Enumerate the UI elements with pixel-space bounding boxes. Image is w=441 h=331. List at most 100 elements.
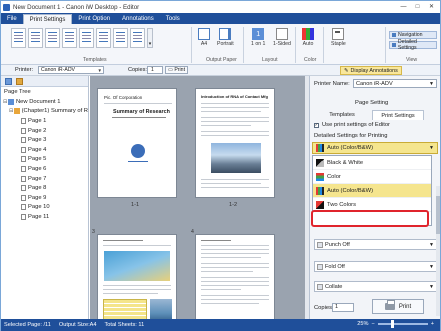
print-button-label: Print	[398, 303, 412, 310]
tree-page-label: Page 2	[28, 127, 47, 134]
tree-page[interactable]: Page 9	[1, 193, 88, 203]
punch-value: Punch Off	[325, 241, 350, 248]
tree-page-label: Page 8	[28, 185, 47, 192]
black-white-icon	[316, 158, 324, 167]
copies-stepper[interactable]: 1	[147, 66, 163, 74]
paper-size-button[interactable]: A4	[198, 28, 210, 47]
template-thumbnail[interactable]	[79, 28, 94, 48]
tab-tools[interactable]: Tools	[160, 14, 186, 24]
collate-select[interactable]: Collate ▼	[314, 281, 438, 292]
tab-templates[interactable]: Templates	[318, 110, 366, 120]
minimize-button[interactable]: —	[397, 2, 410, 11]
status-selected-page: Selected Page: /11	[4, 322, 51, 328]
use-editor-settings-checkbox[interactable]: ✓	[314, 123, 319, 128]
tab-file[interactable]: File	[1, 14, 23, 24]
tree-page[interactable]: Page 10	[1, 203, 88, 213]
template-thumbnail[interactable]	[130, 28, 145, 48]
tree-page[interactable]: Page 6	[1, 164, 88, 174]
page-label-2: 1-2	[229, 202, 238, 208]
portrait-icon	[219, 28, 232, 40]
window-controls: — □ ✕	[397, 2, 438, 11]
document-view[interactable]: Pic. Of Corporation Summary of Research …	[90, 76, 305, 319]
template-thumbnail[interactable]	[113, 28, 128, 48]
punch-icon	[317, 242, 323, 248]
bookmark-tab-icon[interactable]	[16, 77, 23, 85]
document-page-4[interactable]	[195, 234, 275, 319]
zoom-slider[interactable]	[377, 320, 428, 328]
color-mode-button[interactable]: Auto	[302, 28, 314, 47]
page-icon	[21, 137, 26, 144]
color-option-label: Color	[327, 173, 341, 180]
navigation-button[interactable]: Navigation	[389, 31, 437, 39]
tree-page[interactable]: Page 7	[1, 174, 88, 184]
tree-page[interactable]: Page 11	[1, 212, 88, 222]
tree-page[interactable]: Page 3	[1, 135, 88, 145]
printer-name-select[interactable]: Canon iR-ADV ▼	[353, 79, 437, 88]
tree-document[interactable]: ⊟ New Document 1	[1, 97, 88, 107]
scrollbar-thumb[interactable]	[436, 196, 440, 234]
collate-icon	[317, 284, 323, 290]
template-thumbnail[interactable]	[28, 28, 43, 48]
tree-page[interactable]: Page 5	[1, 155, 88, 165]
color-mode-select[interactable]: Auto (Color/B&W) ▼	[312, 142, 438, 154]
staple-button[interactable]: Staple	[331, 28, 346, 47]
print-toolbar-button[interactable]: ▭ Print	[165, 66, 189, 74]
template-thumbnail[interactable]	[45, 28, 60, 48]
template-thumbnail[interactable]	[62, 28, 77, 48]
fold-select[interactable]: Fold Off ▼	[314, 261, 438, 272]
settings-scrollbar[interactable]	[436, 186, 440, 316]
tree-page[interactable]: Page 8	[1, 183, 88, 193]
text-line	[201, 253, 269, 254]
detailed-settings-button[interactable]: Detailed Settings	[389, 39, 437, 51]
chevron-down-icon: ▼	[429, 81, 434, 87]
separator	[243, 27, 244, 63]
color-option-color[interactable]: Color	[313, 170, 431, 184]
beach-photo	[104, 251, 170, 281]
page-tree-tab-icon[interactable]	[5, 77, 12, 85]
panel-copies-label: Copies:	[314, 305, 334, 311]
status-total-sheets: Total Sheets: 11	[104, 322, 145, 328]
tree-chapter[interactable]: ⊟ (Chapter1) Summary of R	[1, 107, 88, 117]
tab-print-option[interactable]: Print Option	[72, 14, 116, 24]
printer-select[interactable]: Canon iR-ADV ▼	[38, 66, 104, 74]
full-color-icon	[316, 172, 324, 181]
zoom-in-icon[interactable]: +	[431, 321, 434, 327]
tree-page[interactable]: Page 1	[1, 116, 88, 126]
document-page-3[interactable]	[97, 234, 177, 319]
print-button[interactable]: Print	[372, 299, 424, 314]
tab-print-settings-panel[interactable]: Print Settings	[372, 110, 424, 120]
document-page-1[interactable]: Pic. Of Corporation Summary of Research	[97, 88, 177, 198]
tab-annotations[interactable]: Annotations	[116, 14, 160, 24]
window-title: New Document 1 - Canon iW Desktop - Edit…	[13, 3, 140, 11]
zoom-out-icon[interactable]: −	[371, 321, 374, 327]
tree-page[interactable]: Page 2	[1, 126, 88, 136]
navigation-label: Navigation	[398, 32, 423, 38]
use-editor-settings-label: Use print settings of Editor	[322, 122, 390, 128]
tab-print-settings[interactable]: Print Settings	[22, 14, 73, 24]
title-underline	[112, 117, 166, 118]
maximize-button[interactable]: □	[411, 2, 424, 11]
text-line	[201, 131, 269, 132]
display-annotations-button[interactable]: ✎ Display Annotations	[340, 66, 402, 75]
color-option-auto[interactable]: Auto (Color/B&W)	[313, 184, 431, 198]
punch-select[interactable]: Punch Off ▼	[314, 239, 438, 250]
gallery-more-button[interactable]: ▾	[147, 28, 153, 48]
tree-page[interactable]: Page 4	[1, 145, 88, 155]
collate-value: Collate	[325, 283, 343, 290]
document-page-2[interactable]: Introduction of RNA of Contact Mfg	[195, 88, 275, 198]
color-mode-selected-value: Auto (Color/B&W)	[327, 145, 374, 151]
page2-title: Introduction of RNA of Contact Mfg	[201, 94, 268, 99]
panel-copies-stepper[interactable]: 1	[332, 303, 354, 312]
text-line	[201, 187, 269, 188]
pages-per-sheet-button[interactable]: 1 1 on 1	[251, 28, 265, 47]
close-button[interactable]: ✕	[425, 2, 438, 11]
ribbon: ▾ Templates A4 Portrait Output Paper 1 1…	[1, 24, 440, 65]
text-line	[201, 183, 261, 184]
text-line	[201, 289, 241, 290]
sided-button[interactable]: 1-Sided	[273, 28, 291, 47]
color-option-black-white[interactable]: Black & White	[313, 156, 431, 170]
template-thumbnail[interactable]	[96, 28, 111, 48]
text-line	[201, 135, 269, 136]
orientation-button[interactable]: Portrait	[217, 28, 234, 47]
template-thumbnail[interactable]	[11, 28, 26, 48]
